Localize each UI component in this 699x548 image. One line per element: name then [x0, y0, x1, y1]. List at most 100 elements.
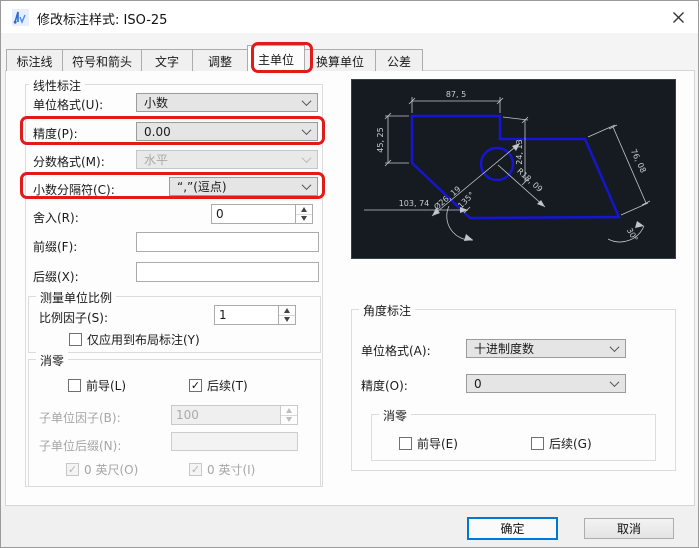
- angular-zero-suppression-label: 消零: [379, 407, 411, 424]
- angular-leading-row: 前导(E): [399, 435, 458, 452]
- angular-unit-format-label: 单位格式(A):: [361, 342, 431, 359]
- preview-dim-radius: R18, 09: [515, 166, 544, 193]
- trailing-zero-row: 后续(T): [189, 377, 248, 394]
- round-off-value: 0: [211, 204, 295, 224]
- spinner-down-button[interactable]: [279, 316, 295, 325]
- chevron-down-icon: [303, 99, 311, 107]
- ok-button[interactable]: 确定: [467, 517, 558, 540]
- fraction-format-select: 水平: [136, 150, 318, 169]
- unit-format-value: 小数: [144, 94, 168, 111]
- preview-dim-step: 24, 13: [515, 139, 524, 164]
- preview-dim-top: 87, 5: [446, 90, 466, 99]
- angular-trailing-checkbox[interactable]: [531, 437, 544, 450]
- decimal-separator-select[interactable]: “,”(逗点): [169, 177, 318, 196]
- preview-dim-bottom: 103, 74: [399, 199, 430, 208]
- angular-trailing-label: 后续(G): [549, 435, 592, 452]
- tab-bar: 标注线 符号和箭头 文字 调整 主单位 换算单位 公差: [6, 47, 422, 71]
- dimension-preview-drawing: 87, 5 45, 25 24, 13 Ø26, 19 R18, 09 103,…: [352, 80, 675, 258]
- precision-label: 精度(P):: [33, 125, 78, 142]
- arrow-down-icon: [301, 216, 307, 221]
- angular-unit-format-value: 十进制度数: [474, 340, 534, 357]
- angular-leading-checkbox[interactable]: [399, 437, 412, 450]
- chevron-down-icon: [303, 156, 311, 164]
- modify-dimension-style-dialog: 修改标注样式: ISO-25 标注线 符号和箭头 文字 调整 主单位 换算单位 …: [0, 0, 699, 548]
- round-off-label: 舍入(R):: [33, 209, 79, 226]
- close-button[interactable]: [663, 5, 693, 29]
- spinner-up-button: [281, 406, 297, 416]
- prefix-field-wrap: [136, 231, 319, 251]
- precision-value: 0.00: [144, 125, 171, 139]
- suffix-label: 后缀(X):: [33, 268, 79, 285]
- arrow-down-icon: [284, 317, 290, 322]
- round-off-spinner[interactable]: 0: [211, 204, 313, 224]
- trailing-zero-label: 后续(T): [207, 377, 248, 394]
- angular-precision-label: 精度(O):: [361, 377, 408, 394]
- precision-select[interactable]: 0.00: [136, 122, 318, 141]
- zero-inches-label: 0 英寸(I): [207, 461, 255, 478]
- tab-text[interactable]: 文字: [141, 49, 193, 71]
- fraction-format-value: 水平: [144, 151, 168, 168]
- subunit-factor-spinner: 100: [171, 405, 298, 425]
- subunit-suffix-label: 子单位后缀(N):: [39, 437, 121, 454]
- tab-fit[interactable]: 调整: [192, 49, 248, 71]
- apply-to-layout-label: 仅应用到布局标注(Y): [87, 331, 200, 348]
- measurement-scale-group-label: 测量单位比例: [36, 289, 116, 306]
- angular-unit-format-select[interactable]: 十进制度数: [466, 339, 626, 358]
- spinner-up-button[interactable]: [279, 306, 295, 316]
- arrow-up-icon: [284, 308, 290, 313]
- zero-feet-label: 0 英尺(O): [84, 461, 138, 478]
- zero-feet-row: 0 英尺(O): [66, 461, 138, 478]
- prefix-input[interactable]: [136, 232, 319, 252]
- cancel-button[interactable]: 取消: [584, 518, 674, 539]
- tab-alternate-units[interactable]: 换算单位: [304, 49, 376, 71]
- subunit-suffix-input: [171, 432, 298, 451]
- arrow-down-icon: [286, 417, 292, 422]
- spinner-down-button: [281, 416, 297, 425]
- close-icon: [673, 12, 684, 23]
- zero-inches-checkbox: [189, 463, 202, 476]
- dimension-style-icon: [12, 9, 29, 26]
- dialog-title: 修改标注样式: ISO-25: [37, 9, 167, 28]
- scale-factor-label: 比例因子(S):: [39, 309, 108, 326]
- leading-zero-row: 前导(L): [68, 377, 126, 394]
- apply-to-layout-checkbox[interactable]: [69, 333, 82, 346]
- subunit-factor-value: 100: [171, 405, 280, 425]
- unit-format-select[interactable]: 小数: [136, 93, 318, 112]
- angular-precision-value: 0: [474, 377, 482, 391]
- chevron-down-icon: [611, 380, 619, 388]
- leading-zero-label: 前导(L): [86, 377, 126, 394]
- leading-zero-checkbox[interactable]: [68, 379, 81, 392]
- chevron-down-icon: [611, 345, 619, 353]
- chevron-down-icon: [303, 183, 311, 191]
- dimension-preview-panel: 87, 5 45, 25 24, 13 Ø26, 19 R18, 09 103,…: [351, 79, 676, 259]
- decimal-separator-label: 小数分隔符(C):: [33, 181, 115, 198]
- prefix-label: 前缀(F):: [33, 238, 77, 255]
- suffix-input[interactable]: [136, 262, 319, 282]
- decimal-separator-value: “,”(逗点): [177, 178, 227, 195]
- linear-zero-suppression-label: 消零: [36, 352, 68, 369]
- scale-factor-spinner[interactable]: 1: [214, 305, 296, 325]
- spinner-up-button[interactable]: [296, 205, 312, 215]
- angular-precision-select[interactable]: 0: [466, 374, 626, 393]
- preview-dim-left: 45, 25: [376, 127, 385, 152]
- unit-format-label: 单位格式(U):: [33, 96, 103, 113]
- trailing-zero-checkbox[interactable]: [189, 379, 202, 392]
- fraction-format-label: 分数格式(M):: [33, 153, 105, 170]
- linear-dimensions-group-label: 线性标注: [29, 77, 85, 94]
- tab-symbols-arrows[interactable]: 符号和箭头: [62, 49, 142, 71]
- angular-dimensions-group-label: 角度标注: [359, 302, 415, 319]
- tab-tolerances[interactable]: 公差: [375, 49, 423, 71]
- angular-leading-label: 前导(E): [417, 435, 458, 452]
- suffix-field-wrap: [136, 261, 319, 281]
- arrow-up-icon: [286, 408, 292, 413]
- arrow-up-icon: [301, 207, 307, 212]
- subunit-factor-label: 子单位因子(B):: [39, 409, 121, 426]
- tab-primary-units[interactable]: 主单位: [247, 45, 305, 71]
- apply-to-layout-row: 仅应用到布局标注(Y): [69, 331, 200, 348]
- tab-lines[interactable]: 标注线: [6, 49, 63, 71]
- zero-feet-checkbox: [66, 463, 79, 476]
- spinner-down-button[interactable]: [296, 215, 312, 224]
- zero-inches-row: 0 英寸(I): [189, 461, 255, 478]
- title-bar: 修改标注样式: ISO-25: [1, 1, 699, 33]
- angular-trailing-row: 后续(G): [531, 435, 592, 452]
